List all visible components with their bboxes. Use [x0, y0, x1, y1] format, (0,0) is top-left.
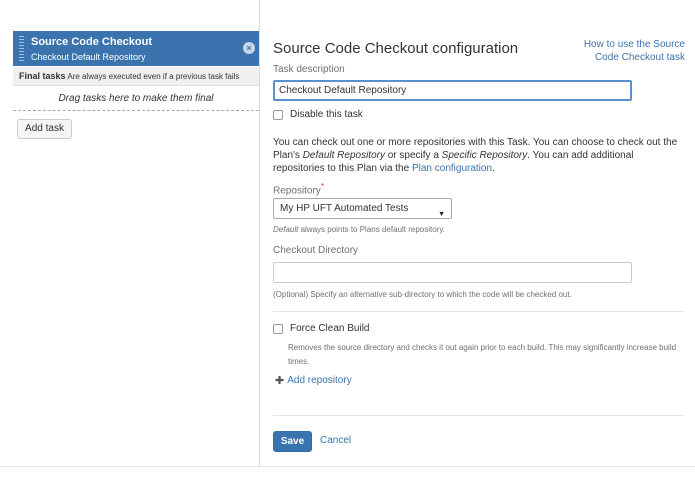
intro-default-repo: Default Repository	[302, 150, 385, 161]
form-footer-divider	[273, 415, 684, 416]
task-list-panel: Source Code Checkout Checkout Default Re…	[0, 0, 260, 467]
force-clean-checkbox[interactable]	[273, 323, 283, 334]
add-repository-link[interactable]: ✚ Add repository	[275, 374, 352, 387]
task-subtitle: Checkout Default Repository	[31, 52, 146, 62]
disable-task-label: Disable this task	[290, 109, 363, 120]
checkout-directory-input[interactable]	[273, 262, 632, 283]
task-config-panel: Source Code Checkout configuration How t…	[260, 0, 695, 467]
repository-select[interactable]: My HP UFT Automated Tests ▼	[273, 198, 452, 219]
remove-task-icon[interactable]: ×	[243, 42, 255, 54]
repository-select-value: My HP UFT Automated Tests	[280, 203, 409, 214]
checkout-directory-label: Checkout Directory	[273, 245, 359, 256]
help-link[interactable]: How to use the Source Code Checkout task	[565, 38, 685, 64]
disable-task-checkbox[interactable]	[273, 109, 283, 120]
save-button[interactable]: Save	[273, 431, 312, 452]
intro-text: You can check out one or more repositori…	[273, 136, 683, 175]
force-clean-row[interactable]: Force Clean Build	[273, 323, 369, 334]
cancel-link[interactable]: Cancel	[320, 435, 351, 446]
required-marker: *	[320, 181, 325, 191]
task-description-input[interactable]	[273, 80, 632, 101]
add-repository-label: Add repository	[287, 375, 352, 386]
disable-task-row[interactable]: Disable this task	[273, 109, 363, 120]
add-task-button[interactable]: Add task	[17, 119, 72, 139]
page-title: Source Code Checkout configuration	[273, 40, 519, 57]
repository-hint-em: Default	[273, 225, 299, 234]
drag-handle-icon[interactable]	[19, 36, 24, 61]
final-tasks-title: Final tasks	[19, 71, 66, 81]
force-clean-label: Force Clean Build	[290, 323, 370, 334]
plus-icon: ✚	[275, 375, 285, 387]
force-clean-description: Removes the source directory and checks …	[288, 343, 677, 366]
final-tasks-drop-zone[interactable]: Drag tasks here to make them final	[13, 89, 259, 111]
final-tasks-note: Are always executed even if a previous t…	[67, 72, 240, 81]
final-tasks-header: Final tasks Are always executed even if …	[13, 67, 259, 86]
repository-label: Repository*	[273, 181, 324, 196]
task-description-label: Task description	[273, 64, 345, 75]
section-divider	[273, 311, 684, 312]
intro-part2: or specify a	[384, 150, 442, 161]
repository-label-text: Repository	[273, 185, 321, 197]
chevron-down-icon: ▼	[438, 211, 445, 218]
intro-part4: .	[492, 163, 495, 174]
task-item-source-code-checkout[interactable]: Source Code Checkout Checkout Default Re…	[13, 31, 259, 66]
intro-specific-repo: Specific Repository	[441, 150, 528, 161]
repository-hint-text: always points to Plans default repositor…	[298, 225, 445, 234]
repository-hint: Default always points to Plans default r…	[273, 225, 445, 234]
task-title: Source Code Checkout	[31, 36, 153, 48]
plan-configuration-link[interactable]: Plan configuration	[412, 163, 492, 174]
checkout-directory-hint: (Optional) Specify an alternative sub-di…	[273, 290, 572, 299]
